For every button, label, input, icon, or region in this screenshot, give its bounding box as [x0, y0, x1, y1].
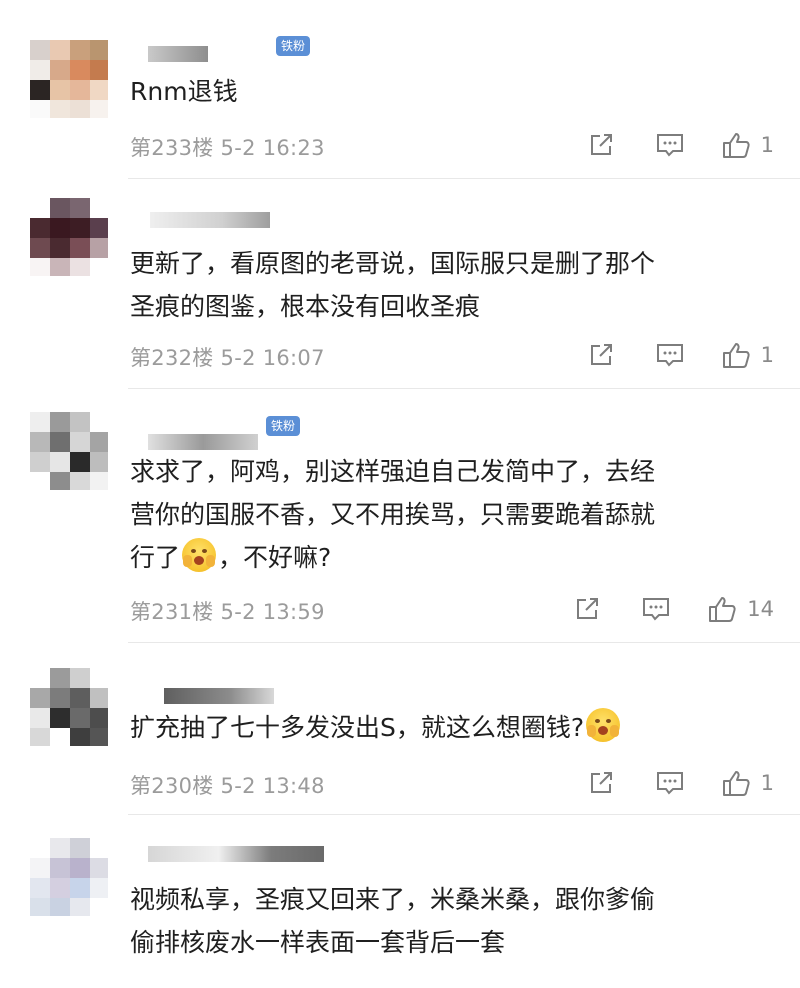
comment-meta: 第232楼 5-2 16:07 [130, 346, 325, 370]
comment-icon [656, 134, 683, 157]
like-count: 1 [760, 133, 774, 157]
like-count: 14 [747, 597, 774, 621]
username-blurred[interactable] [164, 688, 274, 704]
comment-text: 视频私享，圣痕又回来了，米桑米桑，跟你爹偷 偷排核废水一样表面一套背后一套 [130, 885, 656, 957]
comment-actions: 1 [587, 768, 774, 798]
comment-text: 求求了，阿鸡，别这样强迫自己发简中了，去经 营你的国服不香，又不用挨骂，只需要跪… [130, 450, 760, 579]
share-button[interactable] [587, 131, 615, 159]
username-blurred[interactable] [150, 212, 270, 228]
fan-badge: 铁粉 [276, 36, 311, 56]
avatar[interactable] [30, 838, 108, 916]
thumbs-up-icon [722, 771, 750, 796]
like-count: 1 [760, 343, 774, 367]
share-icon [590, 134, 612, 155]
thumbs-up-icon [722, 133, 750, 158]
like-button[interactable]: 1 [721, 768, 774, 798]
username-blurred[interactable] [148, 46, 208, 62]
avatar[interactable] [30, 198, 108, 276]
comment-meta: 第233楼 5-2 16:23 [130, 136, 325, 160]
avatar[interactable] [30, 412, 108, 490]
share-icon [577, 598, 599, 619]
like-button[interactable]: 14 [707, 594, 774, 624]
divider [128, 642, 800, 643]
like-button[interactable]: 1 [721, 130, 774, 160]
fan-badge: 铁粉 [266, 416, 301, 436]
comment-text: Rnm退钱 [130, 77, 238, 106]
reply-button[interactable] [655, 131, 685, 159]
divider [128, 814, 800, 815]
comment-icon [643, 598, 670, 621]
avatar[interactable] [30, 668, 108, 746]
comment-text-part: 扩充抽了七十多发没出S，就这么想圈钱? [130, 713, 585, 742]
comment-meta: 第231楼 5-2 13:59 [130, 600, 325, 624]
thumbs-up-icon [722, 343, 750, 368]
share-button[interactable] [587, 769, 615, 797]
comment-text-part: ，不好嘛? [218, 543, 332, 572]
comment-actions: 14 [573, 594, 774, 624]
comment-item: 铁粉 Rnm退钱 第233楼 5-2 16:23 1 [0, 36, 800, 180]
username-blurred[interactable] [148, 434, 258, 450]
share-icon [590, 344, 612, 365]
comment-item: 更新了，看原图的老哥说，国际服只是删了那个 圣痕的图鉴，根本没有回收圣痕 第23… [0, 198, 800, 389]
comment-text: 更新了，看原图的老哥说，国际服只是删了那个 圣痕的图鉴，根本没有回收圣痕 [130, 249, 656, 321]
avatar[interactable] [30, 40, 108, 118]
hug-emoji [182, 538, 217, 572]
comment-icon [656, 772, 683, 795]
share-icon [590, 772, 612, 793]
like-button[interactable]: 1 [721, 340, 774, 370]
comment-meta: 第230楼 5-2 13:48 [130, 774, 325, 798]
divider [128, 178, 800, 179]
hug-emoji [586, 708, 621, 742]
reply-button[interactable] [655, 341, 685, 369]
comment-actions: 1 [587, 130, 774, 160]
divider [128, 388, 800, 389]
username-blurred[interactable] [148, 846, 324, 862]
thumbs-up-icon [709, 597, 736, 622]
comment-item: 扩充抽了七十多发没出S，就这么想圈钱? 第230楼 5-2 13:48 1 [0, 668, 800, 815]
reply-button[interactable] [641, 595, 671, 623]
share-button[interactable] [587, 341, 615, 369]
like-count: 1 [760, 771, 774, 795]
share-button[interactable] [573, 595, 601, 623]
comment-icon [656, 344, 683, 367]
comment-actions: 1 [587, 340, 774, 370]
reply-button[interactable] [655, 769, 685, 797]
comment-text: 扩充抽了七十多发没出S，就这么想圈钱? [130, 706, 760, 749]
comment-item: 视频私享，圣痕又回来了，米桑米桑，跟你爹偷 偷排核废水一样表面一套背后一套 [0, 838, 800, 988]
comment-item: 铁粉 求求了，阿鸡，别这样强迫自己发简中了，去经 营你的国服不香，又不用挨骂，只… [0, 412, 800, 643]
